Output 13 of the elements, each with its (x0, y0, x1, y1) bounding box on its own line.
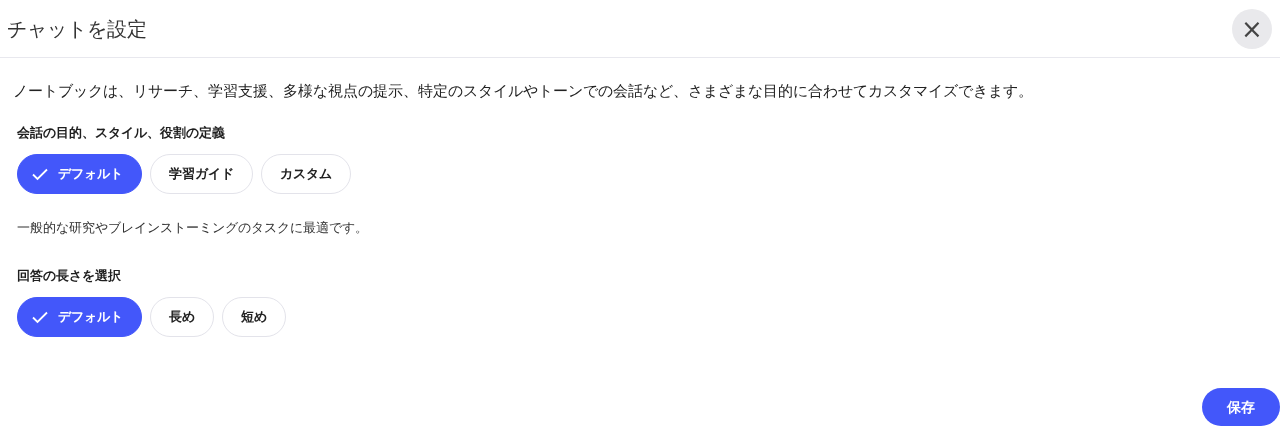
description-text: ノートブックは、リサーチ、学習支援、多様な視点の提示、特定のスタイルやトーンでの会話など、さまざまな目的に合わせてカスタマイズできます。 (13, 81, 1034, 102)
section-label: 会話の目的、スタイル、役割の定義 (17, 123, 226, 142)
option-chip[interactable]: 学習ガイド (150, 154, 253, 194)
option-chip[interactable]: カスタム (261, 154, 351, 194)
dialog-title: チャットを設定 (7, 15, 147, 43)
option-chip[interactable]: デフォルト (17, 154, 142, 194)
option-chip[interactable]: デフォルト (17, 297, 142, 337)
hint-text: 一般的な研究やブレインストーミングのタスクに最適です。 (17, 219, 369, 237)
option-chip[interactable]: 長め (150, 297, 214, 337)
save-button[interactable]: 保存 (1202, 388, 1280, 426)
section-label: 回答の長さを選択 (17, 266, 122, 285)
close-button[interactable]: × (1232, 8, 1272, 49)
option-chip[interactable]: 短め (222, 297, 286, 337)
